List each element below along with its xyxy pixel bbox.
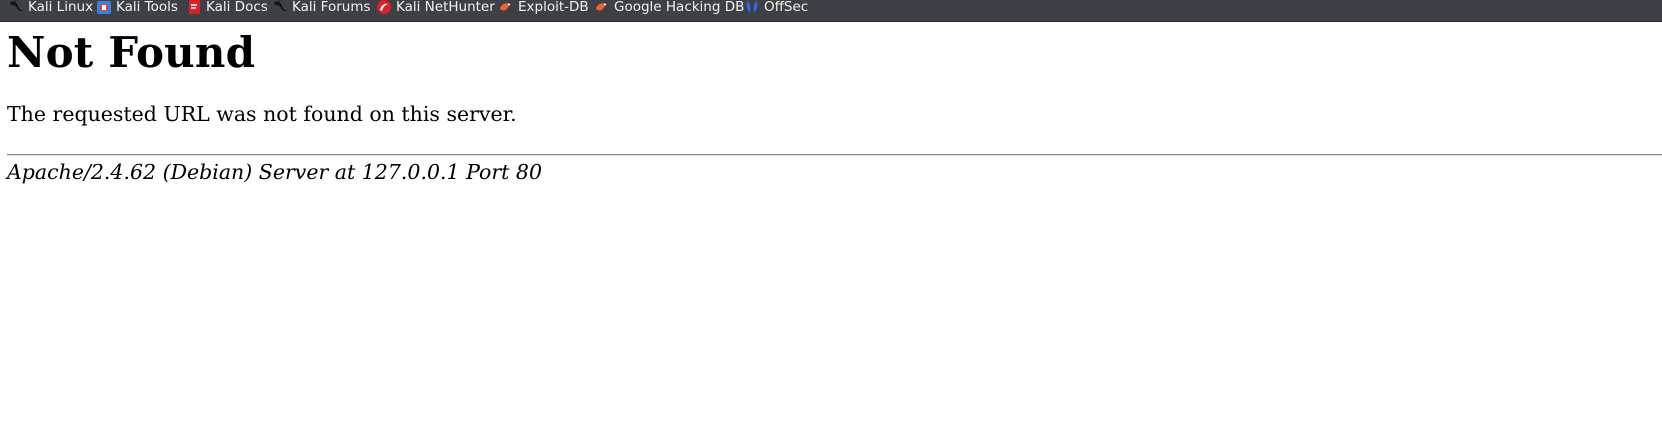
kali-dragon-icon — [272, 0, 288, 15]
offsec-icon — [744, 0, 760, 15]
bookmark-label: Kali Linux — [28, 0, 94, 15]
bookmark-kali-linux[interactable]: Kali Linux — [8, 0, 93, 17]
bookmark-kali-tools[interactable]: Kali Tools — [96, 0, 178, 17]
bookmark-label: Google Hacking DB — [614, 0, 745, 15]
bookmark-kali-forums[interactable]: Kali Forums — [272, 0, 371, 17]
kali-dragon-icon — [8, 0, 24, 15]
kali-docs-icon — [186, 0, 202, 15]
bookmark-label: Exploit-DB — [518, 0, 589, 15]
error-message: The requested URL was not found on this … — [7, 102, 517, 126]
bookmark-kali-nethunter[interactable]: Kali NetHunter — [376, 0, 495, 17]
bookmark-label: Kali Docs — [206, 0, 268, 15]
exploit-db-icon — [594, 0, 610, 15]
bookmarks-toolbar: Kali Linux Kali Tools Kali Docs Kali For… — [0, 0, 1662, 22]
exploit-db-icon — [498, 0, 514, 15]
bookmark-google-hacking-db[interactable]: Google Hacking DB — [594, 0, 744, 17]
server-signature: Apache/2.4.62 (Debian) Server at 127.0.0… — [7, 160, 543, 184]
kali-tools-icon — [96, 0, 112, 15]
nethunter-icon — [376, 0, 392, 15]
bookmark-label: Kali NetHunter — [396, 0, 495, 15]
page-title: Not Found — [7, 28, 256, 77]
bookmark-offsec[interactable]: OffSec — [744, 0, 808, 17]
bookmark-label: Kali Forums — [292, 0, 371, 15]
bookmark-exploit-db[interactable]: Exploit-DB — [498, 0, 589, 17]
divider — [7, 154, 1662, 156]
bookmark-label: Kali Tools — [116, 0, 178, 15]
bookmark-label: OffSec — [764, 0, 809, 15]
bookmark-kali-docs[interactable]: Kali Docs — [186, 0, 268, 17]
